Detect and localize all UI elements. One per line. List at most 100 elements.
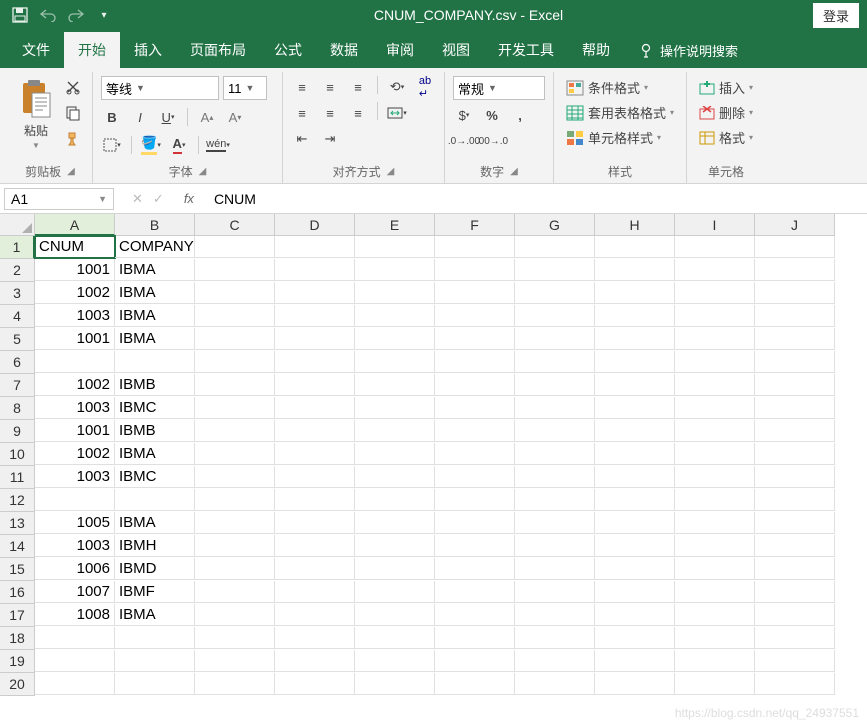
underline-button[interactable]: U ▾ [157, 106, 179, 128]
cell-I2[interactable] [675, 259, 755, 281]
cell-J15[interactable] [755, 558, 835, 580]
cell-E6[interactable] [355, 351, 435, 373]
cell-B5[interactable]: IBMA [115, 328, 195, 350]
cell-G19[interactable] [515, 650, 595, 672]
cell-C13[interactable] [195, 512, 275, 534]
cell-B19[interactable] [115, 650, 195, 672]
cell-C1[interactable] [195, 236, 275, 258]
cell-D12[interactable] [275, 489, 355, 511]
cell-H12[interactable] [595, 489, 675, 511]
name-box[interactable]: A1▼ [4, 188, 114, 210]
row-header-5[interactable]: 5 [0, 328, 35, 351]
cell-F10[interactable] [435, 443, 515, 465]
cell-D17[interactable] [275, 604, 355, 626]
cell-D19[interactable] [275, 650, 355, 672]
cell-F1[interactable] [435, 236, 515, 258]
cell-H8[interactable] [595, 397, 675, 419]
cell-E5[interactable] [355, 328, 435, 350]
col-header-F[interactable]: F [435, 214, 515, 236]
cell-C20[interactable] [195, 673, 275, 695]
cell-F9[interactable] [435, 420, 515, 442]
cell-B16[interactable]: IBMF [115, 581, 195, 603]
cell-G7[interactable] [515, 374, 595, 396]
align-middle-icon[interactable]: ≡ [319, 76, 341, 98]
cell-J7[interactable] [755, 374, 835, 396]
bold-button[interactable]: B [101, 106, 123, 128]
cell-I4[interactable] [675, 305, 755, 327]
cell-B20[interactable] [115, 673, 195, 695]
cell-I7[interactable] [675, 374, 755, 396]
cell-E17[interactable] [355, 604, 435, 626]
row-header-17[interactable]: 17 [0, 604, 35, 627]
row-header-13[interactable]: 13 [0, 512, 35, 535]
row-header-15[interactable]: 15 [0, 558, 35, 581]
cell-G14[interactable] [515, 535, 595, 557]
cell-C6[interactable] [195, 351, 275, 373]
cell-A9[interactable]: 1001 [35, 420, 115, 442]
cell-J10[interactable] [755, 443, 835, 465]
cell-B12[interactable] [115, 489, 195, 511]
cell-D11[interactable] [275, 466, 355, 488]
cell-B6[interactable] [115, 351, 195, 373]
cell-I14[interactable] [675, 535, 755, 557]
tab-数据[interactable]: 数据 [316, 32, 372, 68]
cell-D14[interactable] [275, 535, 355, 557]
comma-icon[interactable]: , [509, 104, 531, 126]
cell-F20[interactable] [435, 673, 515, 695]
cell-E16[interactable] [355, 581, 435, 603]
cell-C19[interactable] [195, 650, 275, 672]
cell-H1[interactable] [595, 236, 675, 258]
dialog-launcher-icon[interactable]: ◢ [199, 166, 207, 177]
cell-C4[interactable] [195, 305, 275, 327]
tab-页面布局[interactable]: 页面布局 [176, 32, 260, 68]
tab-开发工具[interactable]: 开发工具 [484, 32, 568, 68]
login-button[interactable]: 登录 [813, 3, 859, 28]
cell-B14[interactable]: IBMH [115, 535, 195, 557]
phonetic-icon[interactable]: wén▾ [207, 134, 229, 156]
col-header-H[interactable]: H [595, 214, 675, 236]
cell-B2[interactable]: IBMA [115, 259, 195, 281]
row-header-20[interactable]: 20 [0, 673, 35, 696]
cell-B3[interactable]: IBMA [115, 282, 195, 304]
conditional-format-button[interactable]: 条件格式▾ [562, 76, 678, 99]
cell-A5[interactable]: 1001 [35, 328, 115, 350]
cell-F13[interactable] [435, 512, 515, 534]
cell-J5[interactable] [755, 328, 835, 350]
cell-D3[interactable] [275, 282, 355, 304]
cell-I19[interactable] [675, 650, 755, 672]
cell-A11[interactable]: 1003 [35, 466, 115, 488]
cell-I13[interactable] [675, 512, 755, 534]
cell-C3[interactable] [195, 282, 275, 304]
cell-D8[interactable] [275, 397, 355, 419]
increase-decimal-icon[interactable]: .0→.00 [453, 130, 475, 152]
cell-E3[interactable] [355, 282, 435, 304]
indent-left-icon[interactable]: ⇤ [291, 128, 313, 150]
cell-D5[interactable] [275, 328, 355, 350]
cell-J4[interactable] [755, 305, 835, 327]
cell-H20[interactable] [595, 673, 675, 695]
row-header-19[interactable]: 19 [0, 650, 35, 673]
cell-E8[interactable] [355, 397, 435, 419]
align-right-icon[interactable]: ≡ [347, 102, 369, 124]
col-header-B[interactable]: B [115, 214, 195, 236]
shrink-font-icon[interactable]: A▾ [224, 106, 246, 128]
cell-A12[interactable] [35, 489, 115, 511]
col-header-J[interactable]: J [755, 214, 835, 236]
cell-C7[interactable] [195, 374, 275, 396]
cell-I15[interactable] [675, 558, 755, 580]
row-header-8[interactable]: 8 [0, 397, 35, 420]
cell-H17[interactable] [595, 604, 675, 626]
cell-A17[interactable]: 1008 [35, 604, 115, 626]
cell-I16[interactable] [675, 581, 755, 603]
cell-J17[interactable] [755, 604, 835, 626]
cell-A7[interactable]: 1002 [35, 374, 115, 396]
align-top-icon[interactable]: ≡ [291, 76, 313, 98]
cell-J1[interactable] [755, 236, 835, 258]
dialog-launcher-icon[interactable]: ◢ [67, 166, 75, 177]
cell-A15[interactable]: 1006 [35, 558, 115, 580]
cell-I6[interactable] [675, 351, 755, 373]
col-header-I[interactable]: I [675, 214, 755, 236]
dialog-launcher-icon[interactable]: ◢ [510, 166, 518, 177]
grow-font-icon[interactable]: A▴ [196, 106, 218, 128]
cell-I11[interactable] [675, 466, 755, 488]
